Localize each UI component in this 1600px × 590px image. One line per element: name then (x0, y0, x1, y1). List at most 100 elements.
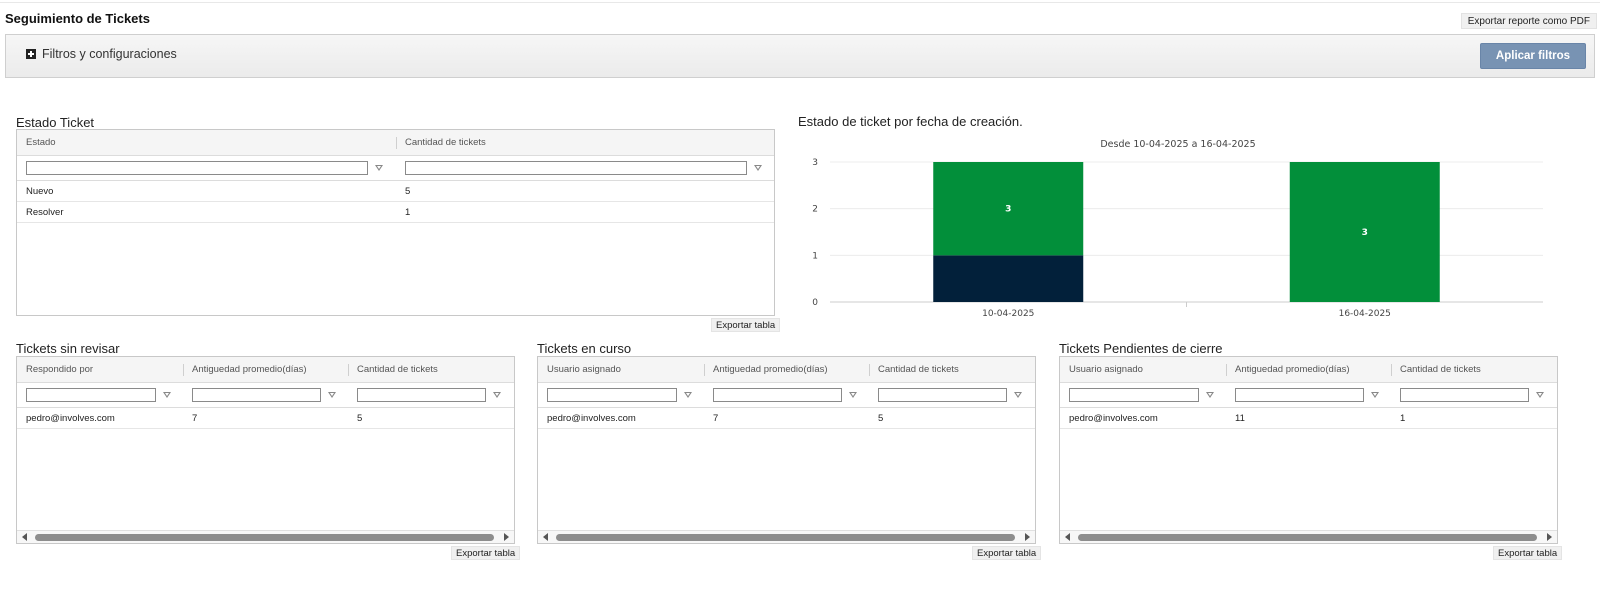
export-table-button[interactable]: Exportar tabla (451, 546, 521, 560)
grid-filter-row (538, 383, 1035, 408)
stacked-bar-chart: Desde 10-04-2025 a 16-04-2025 0 1 2 3 3 10-04… (812, 139, 1543, 319)
usuario-filter-input[interactable] (547, 388, 677, 402)
sin-revisar-grid: Respondido por Antiguedad promedio(días)… (16, 356, 515, 544)
column-header-cantidad[interactable]: Cantidad de tickets (869, 357, 1035, 382)
cell-cantidad: 5 (878, 412, 884, 424)
filter-funnel-icon[interactable] (1206, 392, 1214, 398)
cell-cantidad: 1 (1400, 412, 1406, 424)
horizontal-scrollbar[interactable] (17, 530, 514, 543)
column-header-antiguedad[interactable]: Antiguedad promedio(días) (704, 357, 869, 382)
grid-filter-row (17, 156, 774, 181)
bar-total-label: 3 (1005, 205, 1011, 215)
filter-panel: Filtros y configuraciones Aplicar filtro… (5, 34, 1595, 78)
bar-segment[interactable] (933, 255, 1084, 302)
table-row[interactable]: Resolver 1 (17, 202, 774, 223)
cantidad-filter-input[interactable] (405, 161, 747, 175)
x-tick-label: 16-04-2025 (1339, 309, 1391, 319)
cell-cantidad: 5 (357, 412, 363, 424)
scroll-left-icon[interactable] (543, 533, 548, 541)
column-header-estado[interactable]: Estado (17, 130, 396, 155)
column-header-cantidad[interactable]: Cantidad de tickets (396, 130, 774, 155)
antiguedad-filter-input[interactable] (713, 388, 842, 402)
scroll-right-icon[interactable] (1547, 533, 1552, 541)
cell-antiguedad: 7 (713, 412, 719, 424)
cantidad-filter-input[interactable] (1400, 388, 1529, 402)
usuario-filter-input[interactable] (1069, 388, 1199, 402)
pendientes-grid: Usuario asignado Antiguedad promedio(día… (1059, 356, 1558, 544)
cell-antiguedad: 11 (1235, 412, 1245, 424)
export-table-button[interactable]: Exportar tabla (1493, 546, 1563, 560)
estado-ticket-grid: Estado Cantidad de tickets Nuevo 5 Resol… (16, 129, 775, 316)
en-curso-title: Tickets en curso (537, 341, 632, 356)
table-row[interactable]: pedro@involves.com 11 1 (1060, 408, 1557, 429)
scroll-left-icon[interactable] (22, 533, 27, 541)
apply-filters-button[interactable]: Aplicar filtros (1480, 43, 1586, 69)
grid-header: Estado Cantidad de tickets (17, 130, 774, 156)
y-tick-label: 1 (812, 251, 818, 261)
filter-funnel-icon[interactable] (684, 392, 692, 398)
cantidad-filter-input[interactable] (878, 388, 1007, 402)
cell-antiguedad: 7 (192, 412, 198, 424)
column-header-usuario[interactable]: Usuario asignado (1060, 357, 1226, 382)
grid-filter-row (1060, 383, 1557, 408)
cell-estado: Resolver (26, 206, 64, 218)
scrollbar-thumb[interactable] (556, 534, 1015, 541)
filter-funnel-icon[interactable] (1014, 392, 1022, 398)
en-curso-grid: Usuario asignado Antiguedad promedio(día… (537, 356, 1036, 544)
filter-funnel-icon[interactable] (1371, 392, 1379, 398)
scroll-left-icon[interactable] (1065, 533, 1070, 541)
column-header-antiguedad[interactable]: Antiguedad promedio(días) (1226, 357, 1391, 382)
antiguedad-filter-input[interactable] (1235, 388, 1364, 402)
x-tick-label: 10-04-2025 (982, 309, 1034, 319)
filter-funnel-icon[interactable] (849, 392, 857, 398)
cantidad-filter-input[interactable] (357, 388, 486, 402)
horizontal-scrollbar[interactable] (538, 530, 1035, 543)
filter-funnel-icon[interactable] (328, 392, 336, 398)
export-table-button[interactable]: Exportar tabla (972, 546, 1042, 560)
export-table-button[interactable]: Exportar tabla (711, 318, 781, 332)
antiguedad-filter-input[interactable] (192, 388, 321, 402)
filter-funnel-icon[interactable] (1536, 392, 1544, 398)
page-title: Seguimiento de Tickets (5, 11, 150, 26)
scroll-right-icon[interactable] (504, 533, 509, 541)
scrollbar-thumb[interactable] (35, 534, 494, 541)
cell-usuario: pedro@involves.com (547, 412, 636, 424)
plus-square-icon[interactable] (26, 49, 36, 59)
export-pdf-button[interactable]: Exportar reporte como PDF (1460, 13, 1597, 29)
filter-funnel-icon[interactable] (754, 165, 762, 171)
filter-toggle[interactable]: Filtros y configuraciones (26, 47, 177, 61)
column-header-usuario[interactable]: Usuario asignado (538, 357, 704, 382)
table-row[interactable]: pedro@involves.com 7 5 (538, 408, 1035, 429)
horizontal-scrollbar[interactable] (1060, 530, 1557, 543)
table-row[interactable]: Nuevo 5 (17, 181, 774, 202)
scroll-right-icon[interactable] (1025, 533, 1030, 541)
cell-respondido: pedro@involves.com (26, 412, 115, 424)
column-header-respondido[interactable]: Respondido por (17, 357, 183, 382)
chart-section-title: Estado de ticket por fecha de creación. (798, 114, 1023, 129)
chart-title: Desde 10-04-2025 a 16-04-2025 (1100, 139, 1255, 150)
y-tick-label: 2 (812, 205, 818, 215)
table-row[interactable]: pedro@involves.com 7 5 (17, 408, 514, 429)
respondido-filter-input[interactable] (26, 388, 156, 402)
top-divider (0, 2, 1600, 3)
scrollbar-thumb[interactable] (1078, 534, 1537, 541)
column-header-cantidad[interactable]: Cantidad de tickets (348, 357, 514, 382)
pendientes-title: Tickets Pendientes de cierre (1059, 341, 1223, 356)
filter-toggle-label[interactable]: Filtros y configuraciones (42, 47, 177, 61)
bar-total-label: 3 (1362, 228, 1368, 238)
sin-revisar-title: Tickets sin revisar (16, 341, 120, 356)
grid-header: Respondido por Antiguedad promedio(días)… (17, 357, 514, 383)
filter-funnel-icon[interactable] (375, 165, 383, 171)
grid-header: Usuario asignado Antiguedad promedio(día… (1060, 357, 1557, 383)
y-tick-label: 3 (812, 158, 818, 168)
cell-cantidad: 5 (405, 185, 411, 197)
grid-filter-row (17, 383, 514, 408)
filter-funnel-icon[interactable] (163, 392, 171, 398)
column-header-antiguedad[interactable]: Antiguedad promedio(días) (183, 357, 348, 382)
column-header-cantidad[interactable]: Cantidad de tickets (1391, 357, 1557, 382)
estado-filter-input[interactable] (26, 161, 368, 175)
cell-cantidad: 1 (405, 206, 411, 218)
filter-funnel-icon[interactable] (493, 392, 501, 398)
estado-ticket-title: Estado Ticket (16, 115, 95, 130)
cell-estado: Nuevo (26, 185, 54, 197)
